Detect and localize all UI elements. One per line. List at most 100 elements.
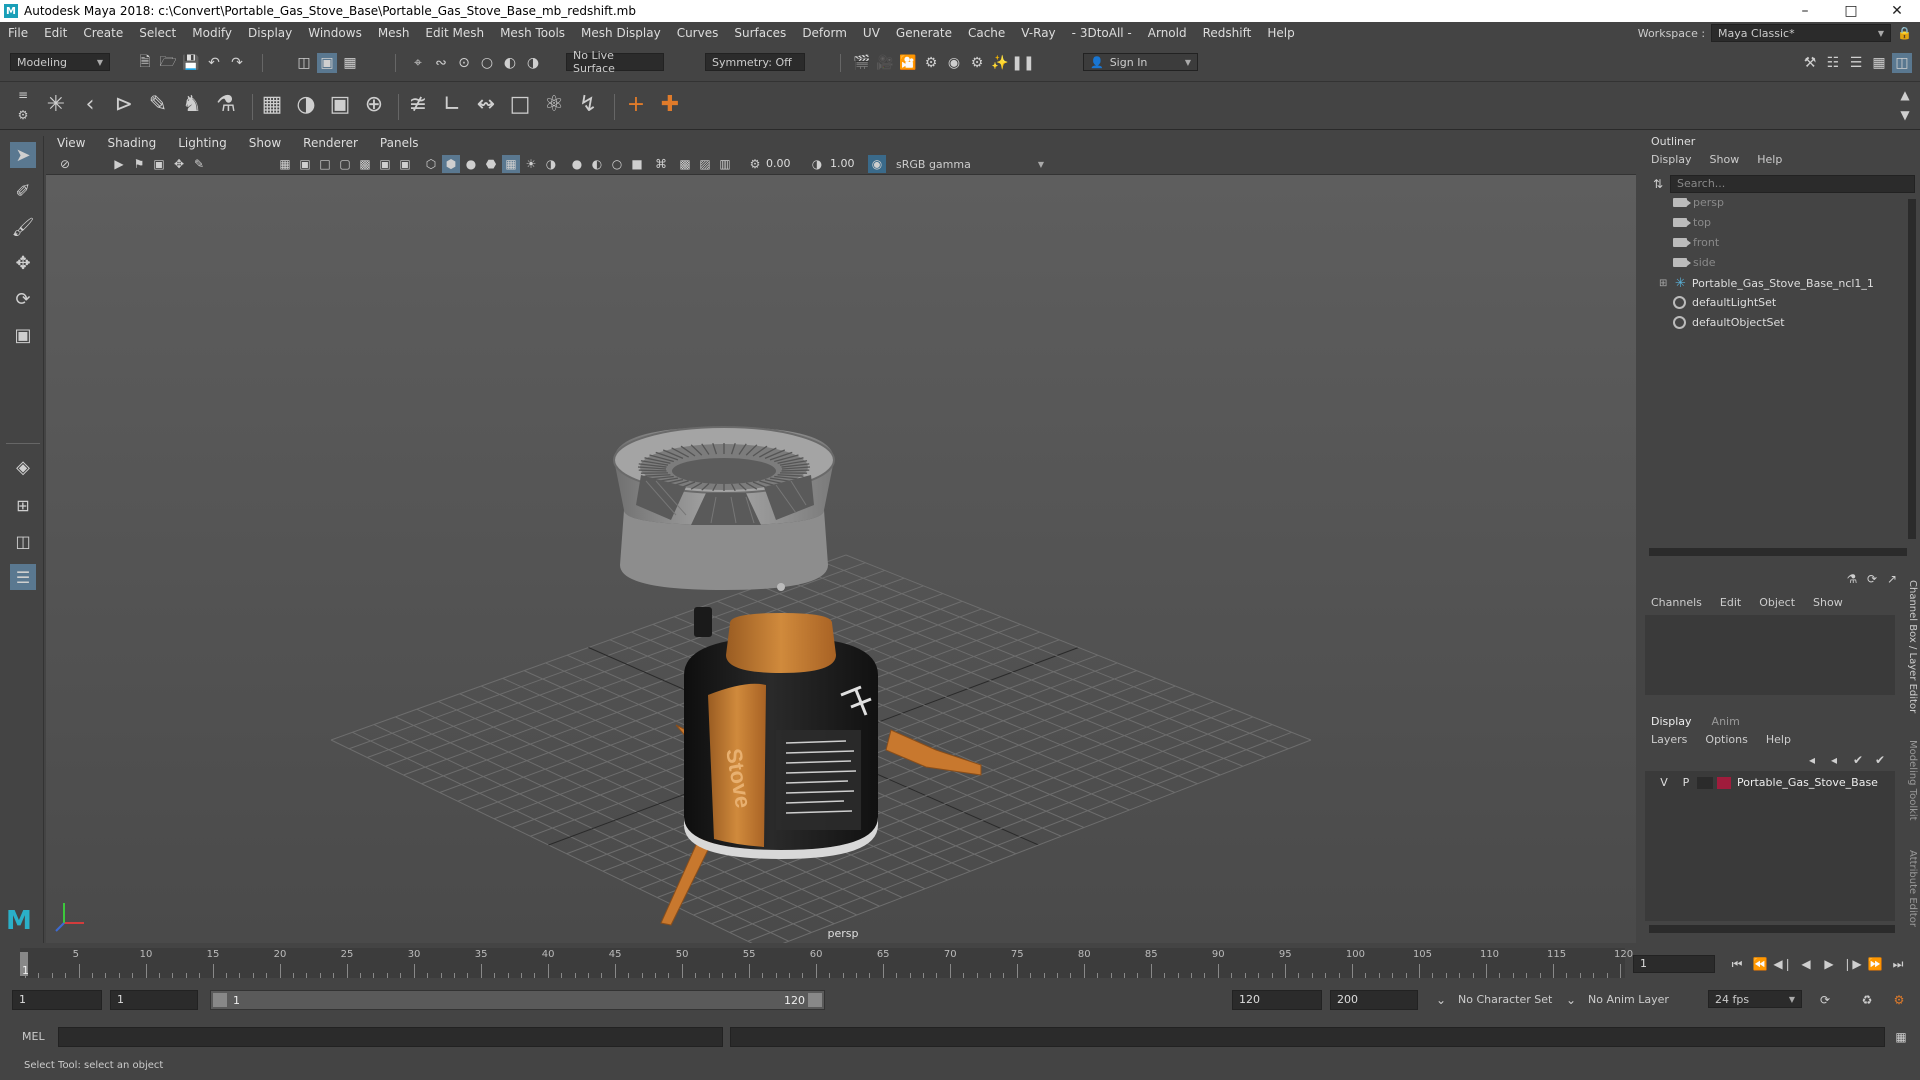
outliner-item[interactable]: defaultLightSet — [1673, 296, 1776, 309]
gate-mask-icon[interactable]: ▢ — [336, 155, 354, 173]
field-chart-icon[interactable]: ▩ — [356, 155, 374, 173]
channel-menu-object[interactable]: Object — [1759, 596, 1795, 609]
outliner-menu-help[interactable]: Help — [1757, 153, 1782, 166]
sphere-icon[interactable]: ◑ — [296, 92, 316, 117]
four-view-layout-icon[interactable]: ⊞ — [10, 492, 36, 518]
add-locator-icon[interactable]: + — [626, 92, 646, 117]
bone-icon[interactable]: ⚛ — [544, 92, 564, 117]
menu-help[interactable]: Help — [1259, 26, 1302, 40]
shelf-menu-icon[interactable]: ≡ — [14, 86, 32, 104]
menu-create[interactable]: Create — [75, 26, 131, 40]
save-scene-icon[interactable]: 💾 — [181, 53, 201, 73]
modeling-toolkit-icon[interactable]: ⚒ — [1800, 53, 1820, 73]
open-scene-icon[interactable]: 🗁 — [158, 53, 178, 73]
gamma-icon[interactable]: ◑ — [808, 155, 826, 173]
wireframe-icon[interactable]: ⬡ — [422, 155, 440, 173]
move-layer-up-icon[interactable]: ✔ — [1849, 751, 1867, 769]
channel-menu-edit[interactable]: Edit — [1720, 596, 1741, 609]
pause-render-icon[interactable]: ❚❚ — [1011, 53, 1034, 73]
sign-in-button[interactable]: 👤 Sign In ▼ — [1083, 53, 1198, 71]
live-surface-field[interactable]: No Live Surface — [566, 49, 664, 75]
side-tab-channel-box[interactable]: Channel Box / Layer Editor — [1904, 580, 1918, 720]
menu-mesh-display[interactable]: Mesh Display — [573, 26, 669, 40]
3d-viewport[interactable]: Stove persp — [46, 175, 1636, 943]
outliner-item[interactable]: persp — [1673, 196, 1724, 209]
layer-hscrollbar[interactable] — [1649, 925, 1895, 933]
smooth-shade-icon[interactable]: ⬢ — [442, 155, 460, 173]
resolution-gate-icon[interactable]: □ — [316, 155, 334, 173]
expand-icon[interactable]: ⊞ — [1659, 278, 1669, 289]
ik-tool-icon[interactable]: ⚗ — [216, 92, 236, 117]
wireframe-on-shaded-icon[interactable]: ⬣ — [482, 155, 500, 173]
menu-set-dropdown[interactable]: Modeling ▼ — [10, 53, 110, 71]
menu-edit-mesh[interactable]: Edit Mesh — [417, 26, 492, 40]
xray-icon[interactable]: ▩ — [676, 155, 694, 173]
outliner-item[interactable]: defaultObjectSet — [1673, 316, 1785, 329]
animation-end-field[interactable]: 200 — [1330, 990, 1418, 1010]
render-settings-icon[interactable]: ⚙ — [921, 53, 941, 73]
render-sequence-icon[interactable]: 🎥 — [875, 53, 895, 73]
lock-icon[interactable]: 🔒 — [1897, 26, 1912, 40]
menu-modify[interactable]: Modify — [184, 26, 240, 40]
menu-curves[interactable]: Curves — [669, 26, 727, 40]
outliner-item[interactable]: side — [1673, 256, 1716, 269]
undo-icon[interactable]: ↶ — [204, 53, 224, 73]
move-layer-down-icon[interactable]: ✔ — [1871, 751, 1889, 769]
menu-redshift[interactable]: Redshift — [1195, 26, 1260, 40]
menu-surfaces[interactable]: Surfaces — [726, 26, 794, 40]
viewport-menu-shading[interactable]: Shading — [96, 136, 167, 150]
menu-windows[interactable]: Windows — [300, 26, 370, 40]
outliner-menu-display[interactable]: Display — [1651, 153, 1692, 166]
loop-icon[interactable]: ⟳ — [1816, 991, 1834, 1009]
layer-row[interactable]: V P Portable_Gas_Stove_Base — [1653, 776, 1878, 789]
tool-settings-icon[interactable]: ☰ — [1846, 53, 1866, 73]
safe-action-icon[interactable]: ▣ — [376, 155, 394, 173]
viewport-menu-panels[interactable]: Panels — [369, 136, 430, 150]
close-icon[interactable]: ✕ — [1874, 0, 1920, 22]
animation-start-field[interactable]: 1 — [12, 990, 102, 1010]
anim-layer-chevron-icon[interactable]: ⌄ — [1562, 991, 1580, 1009]
motion-blur-icon[interactable]: ◐ — [588, 155, 606, 173]
filter-icon[interactable]: ⇅ — [1649, 175, 1667, 193]
range-slider[interactable]: 1 120 — [210, 990, 825, 1010]
play-backwards-icon[interactable]: ◀ — [1797, 955, 1815, 973]
layer-menu-layers[interactable]: Layers — [1651, 733, 1687, 746]
ambient-occlusion-icon[interactable]: ● — [568, 155, 586, 173]
auto-key-icon[interactable]: ♻ — [1858, 991, 1876, 1009]
layer-playback-toggle[interactable]: P — [1675, 776, 1697, 789]
menu-deform[interactable]: Deform — [794, 26, 855, 40]
safe-title-icon[interactable]: ▣ — [396, 155, 414, 173]
menu-v-ray[interactable]: V-Ray — [1013, 26, 1063, 40]
outliner-search-input[interactable]: Search... — [1670, 175, 1915, 193]
current-frame-field[interactable]: 1 — [1633, 955, 1715, 973]
playback-end-field[interactable]: 120 — [1232, 990, 1322, 1010]
backface-icon[interactable]: ▥ — [716, 155, 734, 173]
menu-generate[interactable]: Generate — [888, 26, 960, 40]
fps-dropdown[interactable]: 24 fps ▼ — [1708, 990, 1802, 1008]
joint-tool-icon[interactable]: ♞ — [182, 92, 202, 117]
range-end-handle[interactable] — [808, 993, 822, 1007]
add-joint-icon[interactable]: ✚ — [660, 92, 680, 117]
outliner-hscrollbar[interactable] — [1649, 548, 1907, 556]
image-plane-icon[interactable]: ▣ — [150, 155, 168, 173]
move-tool-icon[interactable]: ✥ — [10, 250, 36, 276]
channel-refresh-icon[interactable]: ⟳ — [1863, 570, 1881, 588]
layer-editor-icon[interactable]: ◫ — [1892, 53, 1912, 73]
viewport-menu-show[interactable]: Show — [238, 136, 292, 150]
scale-tool-icon[interactable]: ▣ — [10, 322, 36, 348]
new-layer-selected-icon[interactable]: ◂ — [1825, 751, 1843, 769]
channel-menu-channels[interactable]: Channels — [1651, 596, 1702, 609]
bend-deformer-icon[interactable]: ≇ — [408, 92, 428, 117]
layer-tab-display[interactable]: Display — [1651, 715, 1692, 728]
outliner-layout-icon[interactable]: ☰ — [10, 564, 36, 590]
two-view-layout-icon[interactable]: ◫ — [10, 528, 36, 554]
symmetry-dropdown[interactable]: Symmetry: Off — [705, 53, 805, 71]
film-gate-icon[interactable]: ▣ — [296, 155, 314, 173]
grease-pencil-icon[interactable]: ✎ — [190, 155, 208, 173]
menu-cache[interactable]: Cache — [960, 26, 1013, 40]
pencil-curve-icon[interactable]: ✎ — [148, 92, 168, 117]
ipr-render-icon[interactable]: 🎦 — [898, 53, 918, 73]
snap-point-icon[interactable]: ⊙ — [454, 53, 474, 73]
channel-box-icon[interactable]: ▦ — [1869, 53, 1889, 73]
side-tab-modeling-toolkit[interactable]: Modeling Toolkit — [1904, 740, 1918, 830]
